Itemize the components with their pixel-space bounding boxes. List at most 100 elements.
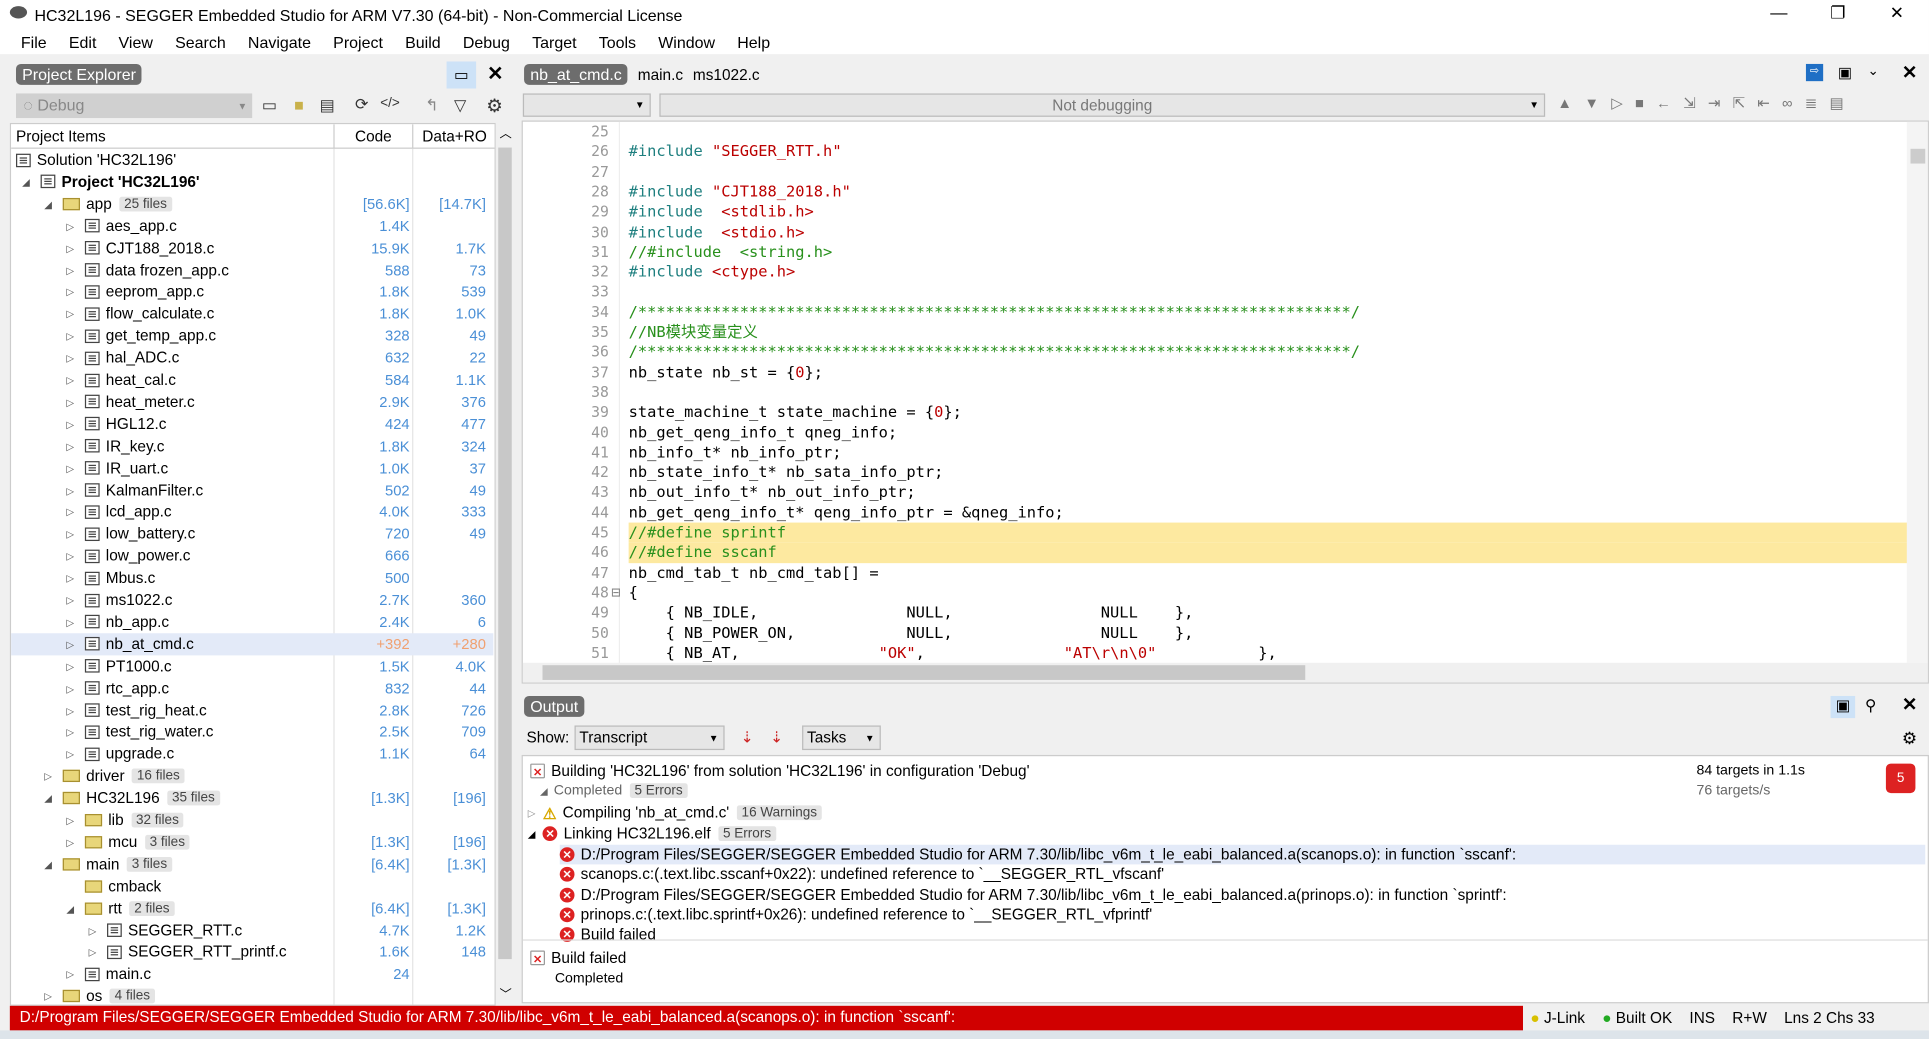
step-up-icon[interactable]: ▲	[1557, 95, 1572, 112]
prev-error-icon[interactable]: ⇣	[741, 728, 754, 746]
expand-icon[interactable]: ▷	[66, 441, 74, 452]
column-data-ro[interactable]: Data+RO	[412, 124, 494, 149]
expand-icon[interactable]: ▷	[66, 331, 74, 342]
settings-icon[interactable]: ⚙	[483, 95, 505, 117]
code-icon[interactable]: </>	[379, 96, 401, 111]
read-write-mode[interactable]: R+W	[1732, 1010, 1767, 1027]
tree-item[interactable]: ▷ driver 16 files	[11, 765, 493, 787]
tree-item[interactable]: ▷ heat_meter.c 2.9K 376	[11, 391, 493, 413]
tree-item[interactable]: ▷ lcd_app.c 4.0K 333	[11, 501, 493, 523]
tree-item[interactable]: ▷ SEGGER_RTT.c 4.7K 1.2K	[11, 919, 493, 941]
tree-item[interactable]: ▷ low_power.c 666	[11, 545, 493, 567]
settings-icon[interactable]: ⚙	[1902, 728, 1917, 749]
tree-item[interactable]: ▷ hal_ADC.c 632 22	[11, 347, 493, 369]
goto-icon[interactable]: ⇨	[1805, 63, 1824, 82]
back-icon[interactable]: ←	[1656, 95, 1671, 112]
expand-icon[interactable]: ▷	[66, 507, 74, 518]
memory-icon[interactable]: ▤	[1829, 95, 1843, 112]
expand-icon[interactable]: ▷	[66, 837, 74, 848]
collapse-icon[interactable]: ◢	[540, 785, 548, 796]
expand-icon[interactable]: ▷	[66, 617, 74, 628]
expand-icon[interactable]: ▷	[66, 397, 74, 408]
panel-layout-icon[interactable]: ▭	[446, 61, 477, 89]
tasks-select[interactable]: Tasks ▼	[802, 725, 881, 751]
tree-item[interactable]: ▷ SEGGER_RTT_printf.c 1.6K 148	[11, 941, 493, 963]
step-into-icon[interactable]: ⇲	[1683, 95, 1695, 112]
disassembly-icon[interactable]: ≣	[1805, 95, 1817, 112]
expand-icon[interactable]: ▷	[528, 807, 536, 818]
expand-icon[interactable]: ▷	[66, 419, 74, 430]
expand-icon[interactable]: ▷	[44, 771, 52, 782]
menu-build[interactable]: Build	[394, 33, 452, 51]
build-status[interactable]: ● Built OK	[1602, 1010, 1672, 1027]
expand-icon[interactable]: ▷	[66, 485, 74, 496]
expand-icon[interactable]: ▷	[66, 595, 74, 606]
expand-icon[interactable]: ▷	[66, 375, 74, 386]
minimize-button[interactable]: —	[1754, 2, 1803, 22]
expand-icon[interactable]: ▷	[66, 639, 74, 650]
scope-select[interactable]: ▼	[522, 93, 651, 117]
editor-tab[interactable]: ms1022.c	[693, 66, 760, 83]
expand-icon[interactable]: ▷	[66, 683, 74, 694]
tree-item[interactable]: ▷ heat_cal.c 584 1.1K	[11, 369, 493, 391]
filter-icon[interactable]: ▽	[449, 96, 471, 116]
tree-item[interactable]: ▷ ms1022.c 2.7K 360	[11, 589, 493, 611]
menu-file[interactable]: File	[10, 33, 58, 51]
expand-icon[interactable]: ▷	[66, 353, 74, 364]
menu-tools[interactable]: Tools	[588, 33, 647, 51]
tree-item[interactable]: ▷ nb_app.c 2.4K 6	[11, 611, 493, 633]
collapse-icon[interactable]: ◢	[44, 859, 52, 870]
tree-item[interactable]: ▷ CJT188_2018.c 15.9K 1.7K	[11, 237, 493, 259]
expand-icon[interactable]: ▷	[66, 221, 74, 232]
expand-icon[interactable]: ▷	[66, 265, 74, 276]
expand-icon[interactable]: ▷	[66, 573, 74, 584]
output-tab[interactable]: Output	[524, 695, 585, 717]
step-down-icon[interactable]: ▼	[1584, 95, 1599, 112]
tree-item[interactable]: ◢ rtt 2 files [6.4K] [1.3K]	[11, 897, 493, 919]
insert-mode[interactable]: INS	[1689, 1010, 1715, 1027]
menu-search[interactable]: Search	[164, 33, 237, 51]
status-message[interactable]: D:/Program Files/SEGGER/SEGGER Embedded …	[9, 1005, 1523, 1031]
linking-line[interactable]: Linking HC32L196.elf	[564, 825, 711, 842]
collapse-icon[interactable]: ◢	[44, 199, 52, 210]
tree-item[interactable]: ▷ eeprom_app.c 1.8K 539	[11, 281, 493, 303]
find-icon[interactable]: ⚲	[1865, 696, 1876, 714]
tree-item[interactable]: ▷ PT1000.c 1.5K 4.0K	[11, 655, 493, 677]
tree-item[interactable]: ▷ lib 32 files	[11, 809, 493, 831]
error-message[interactable]: ✕ scanops.c:(.text.libc.sscanf+0x22): und…	[559, 865, 1164, 885]
tree-item[interactable]: ▷ os 4 files	[11, 985, 493, 1005]
tree-item[interactable]: ◢ main 3 files [6.4K] [1.3K]	[11, 853, 493, 875]
tree-scrollbar[interactable]: ︿ ﹀	[495, 122, 515, 1006]
expand-icon[interactable]: ▷	[66, 243, 74, 254]
compiling-line[interactable]: Compiling 'nb_at_cmd.c'	[563, 804, 730, 821]
expand-icon[interactable]: ▷	[66, 463, 74, 474]
properties-icon[interactable]: ▤	[316, 96, 338, 116]
horizontal-scrollbar[interactable]	[522, 662, 1928, 683]
window-list-icon[interactable]: ▣	[1838, 64, 1852, 81]
expand-icon[interactable]: ▷	[66, 969, 74, 980]
expand-icon[interactable]: ▷	[66, 749, 74, 760]
close-window-button[interactable]: ✕	[1872, 2, 1921, 23]
tree-item[interactable]: ▷ flow_calculate.c 1.8K 1.0K	[11, 303, 493, 325]
tree-item[interactable]: ▷ main.c 24	[11, 963, 493, 985]
expand-icon[interactable]: ▷	[89, 947, 97, 958]
collapse-icon[interactable]: ◢	[66, 903, 74, 914]
cursor-position[interactable]: Lns 2 Chs 33	[1784, 1010, 1875, 1027]
collapse-icon[interactable]: ◢	[528, 828, 536, 839]
watch-icon[interactable]: ∞	[1782, 95, 1793, 112]
tree-item[interactable]: ▷ KalmanFilter.c 502 49	[11, 479, 493, 501]
error-message[interactable]: ✕ D:/Program Files/SEGGER/SEGGER Embedded…	[559, 885, 1507, 905]
tree-item[interactable]: ▷ test_rig_heat.c 2.8K 726	[11, 699, 493, 721]
close-panel-icon[interactable]: ✕	[487, 61, 503, 86]
clear-icon[interactable]: ▣	[1830, 695, 1856, 719]
tree-item[interactable]: ▷ HGL12.c 424 477	[11, 413, 493, 435]
expand-icon[interactable]: ▷	[66, 529, 74, 540]
restore-button[interactable]: ❐	[1813, 2, 1862, 23]
tree-item[interactable]: ▷ upgrade.c 1.1K 64	[11, 743, 493, 765]
tree-item[interactable]: ▷ mcu 3 files [1.3K] [196]	[11, 831, 493, 853]
tree-item[interactable]: ◢ HC32L196 35 files [1.3K] [196]	[11, 787, 493, 809]
editor-tab[interactable]: main.c	[638, 66, 683, 83]
fold-icon[interactable]: ⊟	[611, 583, 620, 603]
tree-item[interactable]: ▷ aes_app.c 1.4K	[11, 215, 493, 237]
step-over-icon[interactable]: ⇥	[1708, 95, 1720, 112]
